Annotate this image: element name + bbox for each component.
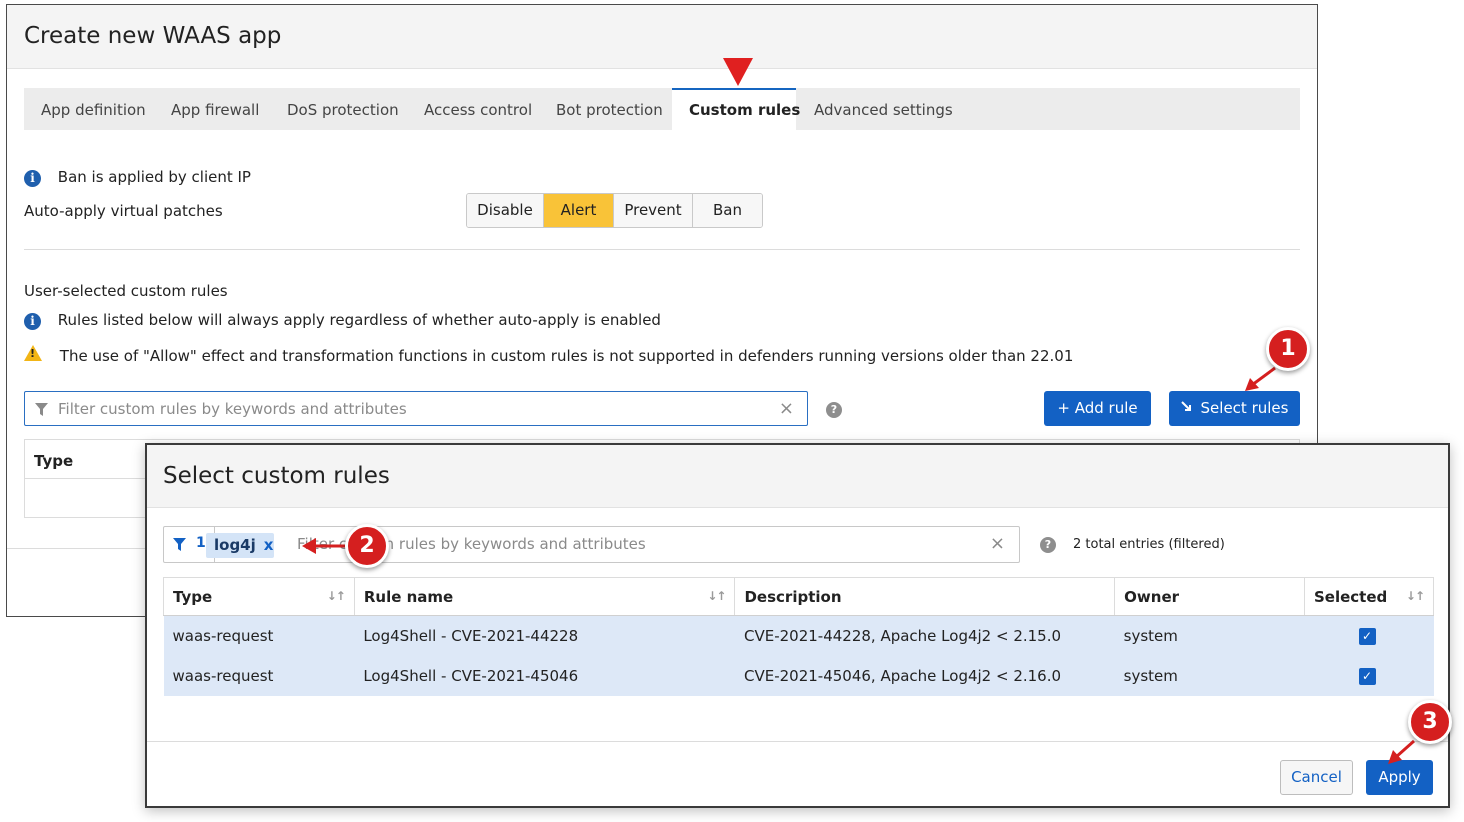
column-rule-name[interactable]: Rule name ↓↑ [353, 577, 736, 616]
cell-rule-name: Log4Shell - CVE-2021-44228 [354, 615, 735, 656]
cancel-button[interactable]: Cancel [1280, 760, 1353, 795]
cell-type: waas-request [163, 615, 355, 656]
info-icon: i [24, 313, 41, 330]
selected-checkbox[interactable]: ✓ [1358, 668, 1376, 685]
tab-advanced-settings[interactable]: Advanced settings [796, 88, 956, 130]
sort-icon[interactable]: ↓↑ [1406, 589, 1425, 603]
column-label: Selected [1314, 587, 1388, 606]
warning-text: The use of "Allow" effect and transforma… [59, 347, 1074, 365]
chip-remove-icon[interactable]: x [264, 536, 274, 554]
column-owner: Owner [1114, 577, 1305, 616]
dialog-filter[interactable]: 1 Filter custom rules by keywords and at… [163, 526, 1020, 563]
annotation-badge-1: 1 [1266, 327, 1310, 371]
column-description: Description [734, 577, 1116, 616]
tab-bar: App definition App firewall DoS protecti… [24, 88, 1300, 130]
warning-icon: ! [24, 345, 42, 361]
tab-app-firewall[interactable]: App firewall [155, 88, 271, 130]
cell-selected: ✓ [1304, 655, 1434, 696]
clear-filter-icon[interactable]: × [779, 398, 794, 419]
info-icon: i [24, 170, 41, 187]
tab-bot-protection[interactable]: Bot protection [540, 88, 672, 130]
filter-count: 1 [196, 535, 206, 551]
add-rule-button[interactable]: + Add rule [1044, 391, 1151, 426]
user-rules-info-text: Rules listed below will always apply reg… [57, 311, 661, 329]
selected-checkbox[interactable]: ✓ [1358, 628, 1376, 646]
total-entries: 2 total entries (filtered) [1073, 537, 1225, 552]
table-row[interactable]: waas-request Log4Shell - CVE-2021-44228 … [163, 615, 1434, 656]
dialog-footer-divider [147, 741, 1448, 742]
annotation-badge-3: 3 [1408, 700, 1452, 744]
rules-table: Type ↓↑ Rule name ↓↑ Description Owner Sel… [163, 577, 1434, 696]
column-type: Type [34, 452, 74, 470]
apply-button[interactable]: Apply [1366, 760, 1433, 795]
window-header: Create new WAAS app [7, 5, 1317, 69]
ban-info-row: i Ban is applied by client IP [24, 168, 251, 187]
tab-access-control[interactable]: Access control [407, 88, 540, 130]
select-icon [1180, 401, 1191, 411]
column-selected[interactable]: Selected ↓↑ [1304, 577, 1434, 616]
cell-rule-name: Log4Shell - CVE-2021-45046 [354, 655, 735, 696]
user-rules-info-row: i Rules listed below will always apply r… [24, 311, 661, 330]
table-row[interactable]: waas-request Log4Shell - CVE-2021-45046 … [163, 655, 1434, 696]
warning-row: ! The use of "Allow" effect and transfor… [24, 345, 1073, 365]
sort-icon[interactable]: ↓↑ [327, 589, 346, 603]
auto-apply-segmented-control: Disable Alert Prevent Ban [466, 193, 763, 228]
footer-divider [7, 548, 147, 549]
cell-owner: system [1114, 655, 1305, 696]
option-alert[interactable]: Alert [544, 194, 614, 227]
tab-app-definition[interactable]: App definition [24, 88, 155, 130]
dialog-header: Select custom rules [147, 445, 1448, 508]
sort-icon[interactable]: ↓↑ [707, 589, 726, 603]
help-icon[interactable]: ? [1040, 537, 1056, 553]
cell-owner: system [1114, 615, 1305, 656]
ban-info-text: Ban is applied by client IP [57, 168, 251, 186]
filter-chip-log4j: log4j x [206, 533, 274, 558]
column-type[interactable]: Type ↓↑ [163, 577, 355, 616]
auto-apply-label: Auto-apply virtual patches [24, 202, 223, 220]
page-title: Create new WAAS app [24, 23, 282, 49]
column-label: Description [744, 587, 842, 606]
select-custom-rules-dialog: Select custom rules 1 Filter custom rule… [145, 443, 1450, 808]
column-label: Type [173, 587, 213, 606]
option-prevent[interactable]: Prevent [614, 194, 693, 227]
custom-rules-filter[interactable]: Filter custom rules by keywords and attr… [24, 391, 808, 426]
select-rules-button[interactable]: Select rules [1169, 391, 1300, 426]
filter-icon [35, 403, 48, 416]
cell-selected: ✓ [1304, 615, 1434, 656]
column-label: Owner [1124, 587, 1180, 606]
divider [24, 249, 1300, 250]
cell-type: waas-request [163, 655, 355, 696]
column-label: Rule name [363, 587, 454, 606]
help-icon[interactable]: ? [826, 402, 842, 418]
option-ban[interactable]: Ban [693, 194, 762, 227]
cell-description: CVE-2021-44228, Apache Log4j2 < 2.15.0 [734, 615, 1115, 656]
clear-filter-icon[interactable]: × [990, 533, 1005, 554]
user-rules-heading: User-selected custom rules [24, 282, 228, 300]
table-header-row: Type ↓↑ Rule name ↓↑ Description Owner Sel… [163, 577, 1434, 616]
select-rules-label: Select rules [1200, 399, 1289, 417]
filter-icon [173, 538, 186, 551]
tab-custom-rules[interactable]: Custom rules [672, 88, 800, 130]
annotation-badge-2: 2 [345, 524, 389, 568]
cell-description: CVE-2021-45046, Apache Log4j2 < 2.16.0 [734, 655, 1115, 696]
chip-label: log4j [214, 536, 256, 554]
filter-placeholder: Filter custom rules by keywords and attr… [58, 400, 407, 418]
option-disable[interactable]: Disable [467, 194, 544, 227]
dialog-title: Select custom rules [163, 463, 390, 489]
tab-dos-protection[interactable]: DoS protection [271, 88, 407, 130]
